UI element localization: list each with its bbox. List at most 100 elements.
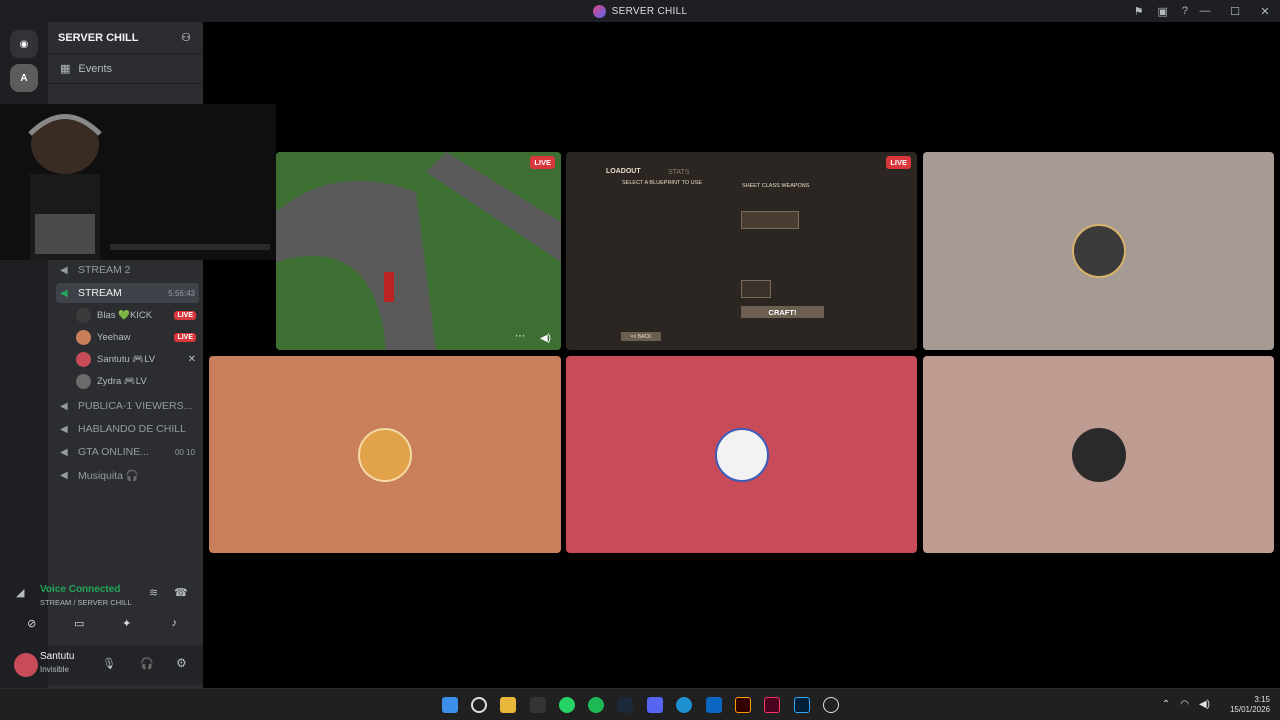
avatar xyxy=(76,307,91,323)
user-name: Zydra 🎮LV xyxy=(97,375,147,387)
clock[interactable]: 3:15 15/01/2026 xyxy=(1230,695,1270,715)
app-icon[interactable] xyxy=(706,697,722,713)
channel-label: STREAM 2 xyxy=(78,264,131,276)
headphones-icon[interactable]: 🎧 xyxy=(140,657,154,670)
channel-label: Musiquita 🎧 xyxy=(78,469,139,482)
live-badge: LIVE xyxy=(174,310,196,320)
soundboard-icon[interactable]: ♪ xyxy=(156,612,192,634)
window-icon[interactable]: ▣ xyxy=(1157,5,1167,18)
discord-home-icon[interactable]: ◉ xyxy=(10,30,38,58)
whatsapp-icon[interactable] xyxy=(559,697,575,713)
participant-tile-3[interactable] xyxy=(566,356,917,553)
user-panel: Santutu Invisible 🎙 🎧 ⚙ xyxy=(14,645,203,685)
edge-icon[interactable] xyxy=(676,697,692,713)
avatar xyxy=(76,373,91,389)
account-name: Santutu xyxy=(40,651,75,662)
taskbar: ⌃ ◠ ◀) 3:15 15/01/2026 xyxy=(0,688,1280,720)
window-controls: — ☐ ✕ xyxy=(1190,0,1280,22)
channel-gta-online[interactable]: ◀ GTA ONLINE... 00 10 xyxy=(56,442,199,462)
avatar[interactable] xyxy=(14,653,38,677)
server-icon xyxy=(592,4,606,18)
live-badge: LIVE xyxy=(886,156,911,169)
live-badge: LIVE xyxy=(174,332,196,342)
participant-tile-4[interactable] xyxy=(923,356,1274,553)
spotify-icon[interactable] xyxy=(588,697,604,713)
channel-label: GTA ONLINE... xyxy=(78,446,149,458)
volume-icon[interactable]: ◀) xyxy=(540,333,551,344)
camera-off-icon[interactable]: ⊘ xyxy=(14,612,50,634)
speaker-icon: ◀ xyxy=(60,287,68,299)
voice-status[interactable]: Voice Connected xyxy=(40,584,120,595)
voice-user-zydra[interactable]: Zydra 🎮LV xyxy=(76,371,196,391)
noise-suppression-icon[interactable]: ≋ xyxy=(149,586,158,599)
discord-icon[interactable] xyxy=(647,697,663,713)
server-avatar[interactable]: A xyxy=(10,64,38,92)
channel-label: STREAM xyxy=(78,287,122,299)
stream-tile-game[interactable]: LOADOUT STATS SELECT A BLUEPRINT TO USE … xyxy=(566,152,917,350)
indesign-icon[interactable] xyxy=(764,697,780,713)
activities-icon[interactable]: ✦ xyxy=(109,612,145,634)
voice-user-santutu[interactable]: Santutu 🎮LV ✕ xyxy=(76,349,196,369)
inbox-icon[interactable]: ⚑ xyxy=(1134,5,1144,18)
screen-share-icon[interactable]: ▭ xyxy=(61,612,97,634)
live-badge: LIVE xyxy=(530,156,555,169)
blueprint-heading: SELECT A BLUEPRINT TO USE xyxy=(622,180,702,186)
disconnect-icon[interactable]: ☎ xyxy=(174,586,188,599)
weapon-slots xyxy=(741,211,799,229)
tray-chevron-icon[interactable]: ⌃ xyxy=(1162,699,1170,710)
microphone-icon[interactable]: 🎙 xyxy=(102,657,116,670)
file-explorer-icon[interactable] xyxy=(500,697,516,713)
weapons-heading: SHEET CLASS WEAPONS xyxy=(742,183,810,189)
start-icon[interactable] xyxy=(442,697,458,713)
maximize-button[interactable]: ☐ xyxy=(1220,5,1250,18)
add-member-icon[interactable]: ⚇ xyxy=(181,31,191,44)
account-status: Invisible xyxy=(40,665,69,674)
signal-icon: ◢ xyxy=(16,587,25,599)
speaker-icon: ◀ xyxy=(60,400,68,412)
avatar xyxy=(1071,427,1126,482)
avatar xyxy=(1071,224,1126,278)
user-name: Santutu 🎮LV xyxy=(97,353,156,365)
minimize-button[interactable]: — xyxy=(1190,5,1220,17)
webcam-overlay xyxy=(0,104,276,260)
wifi-icon[interactable]: ◠ xyxy=(1180,699,1189,710)
title-bar: SERVER CHILL ⚑ ▣ ? — ☐ ✕ xyxy=(0,0,1280,22)
voice-location: STREAM / SERVER CHILL xyxy=(40,598,132,607)
steam-icon[interactable] xyxy=(617,697,633,713)
channel-stream-2[interactable]: ◀ STREAM 2 xyxy=(56,260,199,280)
server-header[interactable]: SERVER CHILL ⚇ xyxy=(48,22,203,54)
voice-user-blas[interactable]: Blas 💚KICK LIVE xyxy=(76,305,196,325)
settings-icon[interactable]: ⚙ xyxy=(176,656,187,670)
more-options-icon[interactable]: ⋯ xyxy=(515,331,525,342)
channel-hablando[interactable]: ◀ HABLANDO DE CHILL xyxy=(56,419,199,439)
channel-publica[interactable]: ◀ PUBLICA-1 VIEWERS... xyxy=(56,396,199,416)
channel-stream[interactable]: ◀ STREAM 5:56:43 xyxy=(56,283,199,303)
events-item[interactable]: ▦ Events xyxy=(48,54,203,84)
speaker-icon: ◀ xyxy=(60,469,68,481)
illustrator-icon[interactable] xyxy=(735,697,751,713)
window-title-text: SERVER CHILL xyxy=(611,5,688,17)
close-button[interactable]: ✕ xyxy=(1250,5,1280,18)
search-icon[interactable] xyxy=(471,697,487,713)
calendar-icon: ▦ xyxy=(60,63,71,75)
avatar xyxy=(76,329,91,345)
voice-actions: ⊘ ▭ ✦ ♪ xyxy=(8,612,198,634)
crafted-slot xyxy=(741,280,771,298)
title-bar-icons: ⚑ ▣ ? xyxy=(1134,0,1188,22)
avatar xyxy=(714,427,769,482)
stream-tile-racing[interactable]: LIVE ⋯ ◀) xyxy=(276,152,561,350)
voice-user-yeehaw[interactable]: Yeehaw LIVE xyxy=(76,327,196,347)
channel-user-count: 00 10 xyxy=(174,447,195,457)
terminal-icon[interactable] xyxy=(530,697,546,713)
channel-musiquita[interactable]: ◀ Musiquita 🎧 xyxy=(56,465,199,485)
help-icon[interactable]: ? xyxy=(1182,5,1188,17)
obs-icon[interactable] xyxy=(823,697,839,713)
volume-tray-icon[interactable]: ◀) xyxy=(1199,699,1210,710)
avatar xyxy=(76,351,91,367)
racing-stream-image xyxy=(276,152,561,350)
participant-tile-2[interactable] xyxy=(209,356,561,553)
deafened-icon: ✕ xyxy=(187,353,196,365)
participant-tile-1[interactable] xyxy=(923,152,1274,350)
photoshop-icon[interactable] xyxy=(794,697,810,713)
user-name: Yeehaw xyxy=(97,331,131,343)
